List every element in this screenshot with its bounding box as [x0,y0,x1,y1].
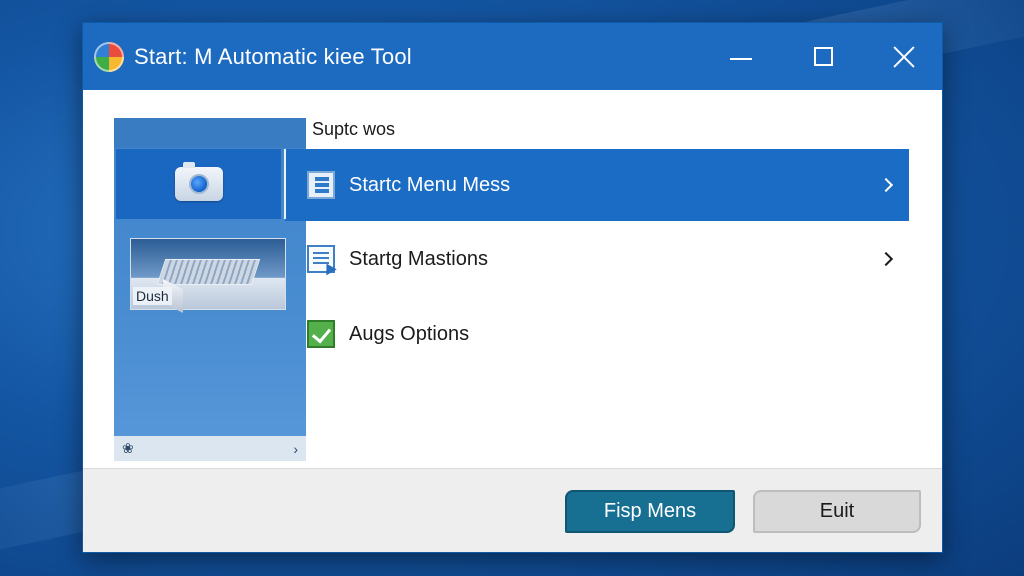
exit-button[interactable]: Euit [753,490,921,533]
sidebar-preview-image: Dush [130,238,286,313]
menu-item-start-menu[interactable]: Startc Menu Mess [285,149,909,221]
menu-item-label: Startg Mastions [349,247,488,270]
camera-lens [188,174,209,194]
sidebar-header [114,118,306,148]
start-menu-icon [307,171,335,199]
chevron-right-icon [878,177,894,193]
camera-tile[interactable] [116,149,281,219]
content-area: Dush ❀ › Suptc wos Startc Menu Mess Star… [83,90,942,466]
sidebar-footer[interactable]: ❀ › [114,436,306,461]
minimize-icon [730,57,752,60]
section-label: Suptc wos [312,119,396,139]
close-button[interactable] [869,23,939,90]
minimize-button[interactable] [706,23,776,90]
sidebar-chevron-icon: › [293,440,298,457]
chevron-right-icon [878,251,894,267]
window-title: Start: M Automatic kiee Tool [134,43,412,69]
tray-illustration [156,259,261,285]
close-icon [893,46,915,68]
sidebar-panel: Dush ❀ › [114,118,306,461]
menu-item-label: Startc Menu Mess [349,173,511,196]
menu-item-options[interactable]: Augs Options [285,298,909,370]
document-icon [307,245,335,273]
menu-item-label: Augs Options [349,322,470,345]
preview-caption: Dush [133,287,172,305]
button-bar: Fisp Mens Euit [83,468,942,552]
primary-button[interactable]: Fisp Mens [565,490,735,533]
leaf-icon: ❀ [122,440,134,456]
camera-icon [174,162,223,201]
selection-divider [284,149,286,219]
tool-window: Start: M Automatic kiee Tool Dush ❀ › Su… [82,22,943,553]
maximize-icon [813,47,833,66]
menu-item-mastions[interactable]: Startg Mastions [285,223,909,295]
title-bar[interactable]: Start: M Automatic kiee Tool [83,23,942,90]
maximize-button[interactable] [788,23,858,90]
checkmark-icon [307,320,335,348]
app-logo-icon [94,41,124,72]
